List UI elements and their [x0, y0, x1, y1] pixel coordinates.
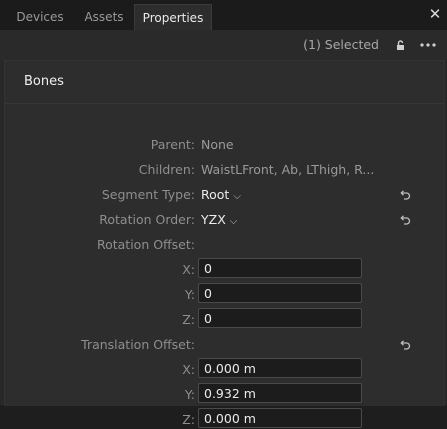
reset-icon[interactable] — [399, 189, 411, 201]
rotation-x-input[interactable]: 0 — [198, 258, 362, 278]
reset-icon[interactable] — [399, 214, 411, 226]
bones-section: Bones Parent: None Children: WaistLFront… — [4, 60, 445, 428]
translation-y-label: Y: — [184, 387, 195, 402]
rotation-order-value: YZX — [201, 212, 226, 227]
parent-label: Parent: — [150, 137, 195, 152]
rotation-z-input[interactable]: 0 — [198, 308, 362, 328]
rotation-z-label: Z: — [182, 312, 195, 327]
tab-properties[interactable]: Properties — [134, 4, 212, 31]
tab-devices[interactable]: Devices — [7, 4, 73, 30]
translation-y-input[interactable]: 0.932 m — [198, 383, 362, 403]
more-icon[interactable] — [419, 39, 437, 51]
segment-type-dropdown[interactable]: Root ⌵ — [201, 187, 241, 202]
rotation-order-dropdown[interactable]: YZX ⌵ — [201, 212, 237, 227]
section-title[interactable]: Bones — [24, 74, 64, 89]
segment-type-value: Root — [201, 187, 230, 202]
properties-panel: (1) Selected Bones Parent: None Children… — [0, 30, 447, 428]
children-value: WaistLFront, Ab, LThigh, R... — [201, 162, 375, 177]
lock-icon[interactable] — [394, 39, 406, 51]
children-label: Children: — [138, 162, 195, 177]
chevron-down-icon: ⌵ — [229, 216, 238, 227]
toolbar: (1) Selected — [0, 30, 447, 60]
tab-bar: Devices Assets Properties ✕ — [0, 0, 447, 31]
rotation-x-label: X: — [182, 262, 195, 277]
translation-z-label: Z: — [182, 412, 195, 427]
selection-count: (1) Selected — [303, 37, 379, 52]
tab-assets[interactable]: Assets — [74, 4, 134, 30]
rotation-y-input[interactable]: 0 — [198, 283, 362, 303]
segment-type-label: Segment Type: — [101, 187, 195, 202]
close-icon[interactable]: ✕ — [427, 4, 443, 24]
rotation-order-label: Rotation Order: — [99, 212, 195, 227]
parent-value: None — [201, 137, 234, 152]
translation-offset-label: Translation Offset: — [81, 337, 195, 352]
translation-z-input[interactable]: 0.000 m — [198, 408, 362, 428]
rotation-offset-label: Rotation Offset: — [96, 237, 195, 252]
chevron-down-icon: ⌵ — [233, 191, 241, 202]
translation-x-input[interactable]: 0.000 m — [198, 358, 362, 378]
translation-x-label: X: — [182, 362, 195, 377]
rotation-y-label: Y: — [184, 287, 195, 302]
section-divider — [5, 103, 444, 104]
reset-icon[interactable] — [399, 339, 411, 351]
